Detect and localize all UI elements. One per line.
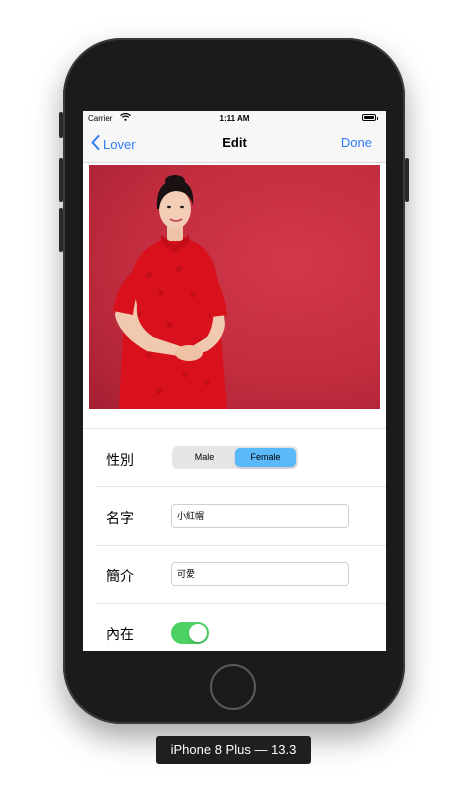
inner-switch[interactable] [171, 622, 209, 644]
profile-photo[interactable] [89, 165, 380, 409]
device-label: iPhone 8 Plus — 13.3 [156, 736, 311, 764]
volume-up-button [59, 158, 63, 202]
name-field[interactable]: 小紅帽 [171, 504, 349, 528]
done-button[interactable]: Done [341, 135, 372, 150]
switch-knob [189, 624, 207, 642]
navigation-bar: Lover Edit Done [83, 125, 386, 163]
clock: 1:11 AM [219, 114, 250, 123]
gender-label: 性別 [106, 452, 134, 468]
screen: Carrier 1:11 AM Lover Edit Done 性別 Male … [83, 111, 386, 651]
intro-label: 簡介 [106, 568, 134, 584]
battery-icon [362, 114, 378, 121]
intro-field[interactable]: 可愛 [171, 562, 349, 586]
silent-switch [59, 112, 63, 138]
volume-down-button [59, 208, 63, 252]
segment-male[interactable]: Male [174, 448, 235, 467]
status-bar: Carrier 1:11 AM [83, 111, 386, 125]
inner-label: 內在 [106, 626, 134, 642]
home-button[interactable] [210, 664, 256, 710]
gender-segmented-control[interactable]: Male Female [172, 446, 298, 469]
segment-female[interactable]: Female [235, 448, 296, 467]
name-label: 名字 [106, 510, 134, 526]
inner-row: 內在 [83, 604, 386, 651]
power-button [405, 158, 409, 202]
profile-photo-illustration [113, 175, 227, 409]
